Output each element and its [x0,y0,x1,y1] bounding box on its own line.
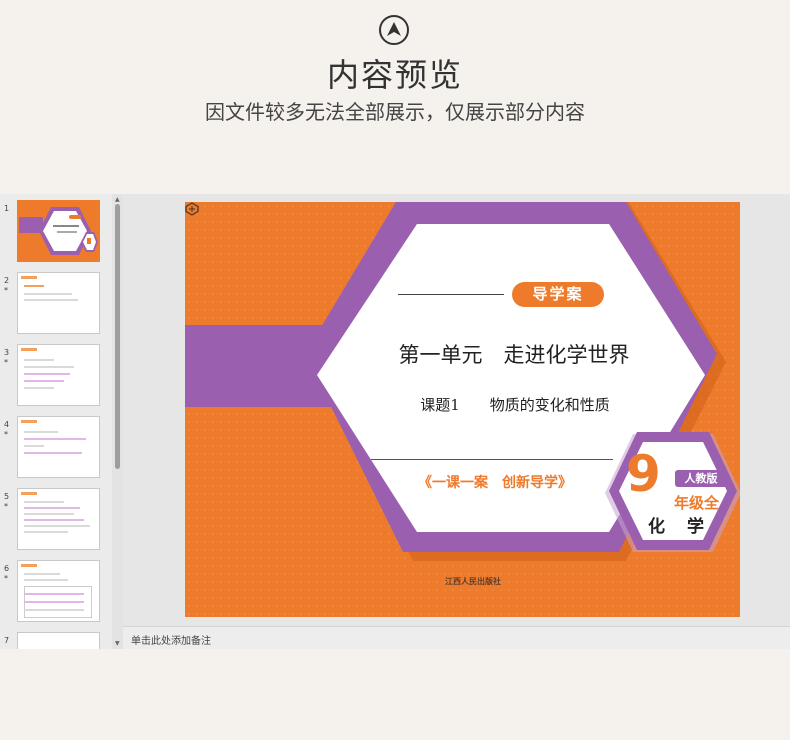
thumbnail-number: 6 [4,564,10,573]
publisher-name: 江西人民出版社 [445,577,501,586]
thumbnail-slide-6[interactable]: 6 * [0,556,112,626]
grade-number: 9 [626,445,661,503]
thumbnail-scrollbar[interactable]: ▲ ▼ [112,194,123,649]
thumbnail-star: * [4,430,8,439]
thumbnail-star: * [4,286,8,295]
thumbnail-number: 7 [4,636,10,645]
thumbnail-slide-3[interactable]: 3 * [0,340,112,410]
guide-tag: 导学案 [512,282,604,307]
thumbnail-image [17,560,100,622]
slide-canvas[interactable]: 导学案 第一单元 走进化学世界 课题1 物质的变化和性质 《一课一案 创新导学》… [185,202,740,617]
thumbnail-number: 4 [4,420,10,429]
grade-label: 年级全 [674,494,720,512]
scrollbar-thumb[interactable] [115,204,120,469]
divider [371,459,613,460]
thumbnail-slide-7[interactable]: 7 [0,628,112,649]
edition-label: 人教版 [675,470,727,487]
slogan: 《一课一案 创新导学》 [418,475,572,491]
thumbnail-slide-5[interactable]: 5 * [0,484,112,554]
thumbnail-number: 5 [4,492,10,501]
thumbnail-star: * [4,574,8,583]
page-title: 内容预览 [326,56,463,94]
thumbnail-image [17,200,100,262]
slide-thumbnail-panel: 1 2 * 3 * 4 * 5 * 6 * 7 [0,194,112,649]
thumbnail-slide-4[interactable]: 4 * [0,412,112,482]
thumbnail-number: 1 [4,204,10,213]
tag-line [398,294,504,295]
thumbnail-slide-2[interactable]: 2 * [0,268,112,338]
thumbnail-image [17,344,100,406]
page-subtitle: 因文件较多无法全部展示，仅展示部分内容 [205,100,585,124]
subject-label: 化 学 [648,517,712,537]
thumbnail-number: 3 [4,348,10,357]
up-arrow-circle-icon [379,15,409,45]
thumbnail-number: 2 [4,276,10,285]
thumbnail-image [17,632,100,649]
publisher-logo-icon [185,202,199,216]
scroll-up-arrow-icon[interactable]: ▲ [115,196,120,203]
thumbnail-image [17,416,100,478]
thumbnail-slide-1[interactable]: 1 [0,196,112,266]
scroll-down-arrow-icon[interactable]: ▼ [115,640,120,647]
notes-pane[interactable]: 单击此处添加备注 [123,626,790,649]
thumbnail-image [17,272,100,334]
thumbnail-star: * [4,358,8,367]
lesson-subtitle: 课题1 物质的变化和性质 [420,396,610,414]
thumbnail-image [17,488,100,550]
unit-title: 第一单元 走进化学世界 [398,343,630,367]
thumbnail-star: * [4,502,8,511]
